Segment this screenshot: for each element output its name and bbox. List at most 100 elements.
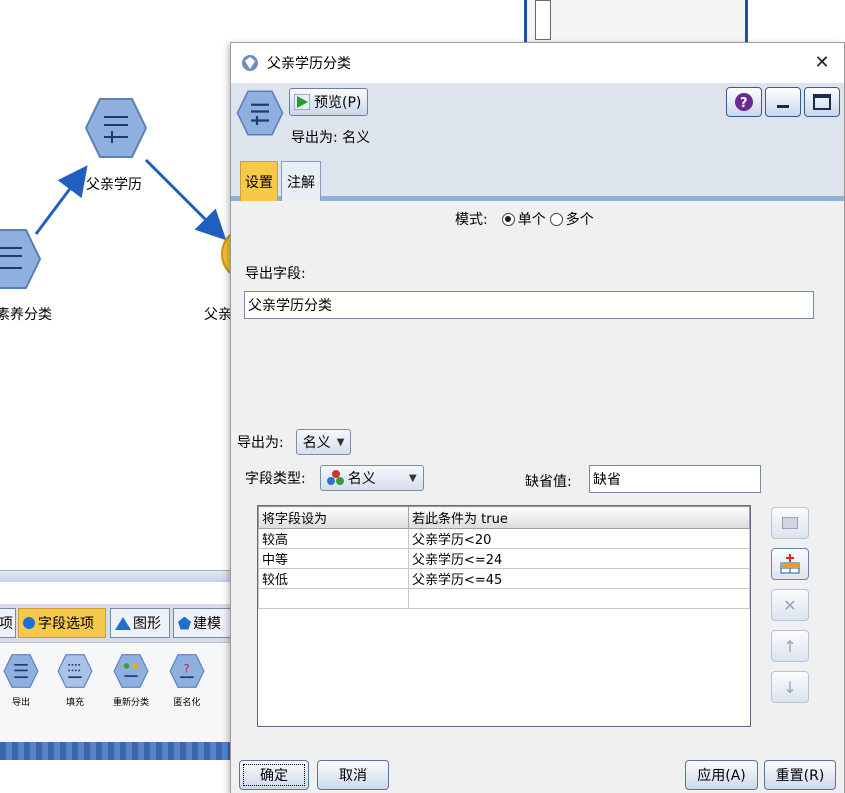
field-type-label: 字段类型: (245, 471, 306, 487)
field-type-select[interactable]: 名义 ▼ (319, 465, 424, 491)
arrow-down-icon: ↓ (783, 677, 797, 697)
derive-as-label: 导出为: (237, 435, 284, 451)
derive-field-label: 导出字段: (245, 266, 306, 282)
derive-icon (0, 229, 42, 289)
nominal-type-icon (326, 470, 344, 485)
node-label: 父亲学历 (86, 177, 142, 193)
maximize-icon (813, 94, 831, 110)
help-icon: ? (735, 93, 753, 111)
palette-item-anonymize[interactable]: ? 匿名化 (164, 653, 210, 708)
link-arrow (34, 165, 88, 235)
filler-icon (57, 654, 93, 688)
maximize-button[interactable] (804, 87, 840, 117)
move-up-button[interactable]: ↑ (771, 630, 809, 662)
table-row[interactable] (258, 588, 750, 609)
tab-annotations[interactable]: 注解 (281, 161, 321, 201)
table-cell[interactable]: 父亲学历<20 (408, 528, 750, 549)
derive-node-father-edu[interactable] (84, 97, 148, 163)
reclassify-icon (113, 654, 149, 688)
derive-icon (236, 90, 284, 136)
mode-label: 模式: (455, 212, 488, 228)
link-arrow (144, 158, 227, 241)
palette-footer-bar (0, 742, 232, 760)
table-cell[interactable]: 较高 (258, 528, 409, 549)
settings-panel: 模式: 单个 多个 导出字段: 导出为: 名义 ▼ 字段类型: 名义 (231, 201, 844, 746)
node-label: 素养分类 (0, 307, 52, 323)
preview-button[interactable]: 预览(P) (289, 88, 369, 116)
palette-tab-field-ops[interactable]: 字段选项 (18, 608, 106, 638)
palette-item-filler[interactable]: 填充 (52, 653, 98, 708)
minimize-button[interactable] (765, 87, 801, 117)
conditions-table[interactable]: 将字段设为 若此条件为 true 较高 父亲学历<20 中等 父亲学历<=24 … (257, 505, 751, 727)
mode-multiple-label[interactable]: 多个 (566, 209, 594, 229)
svg-text:?: ? (740, 96, 748, 111)
play-icon (294, 94, 310, 110)
table-row[interactable]: 较低 父亲学历<=45 (258, 568, 750, 589)
node-label: 父亲 (204, 307, 230, 323)
table-row[interactable]: 较高 父亲学历<20 (258, 528, 750, 549)
derive-dialog: 父亲学历分类 ✕ 预览(P) 导出为: 名义 ? 设置 注解 模式: 单个 多个… (230, 42, 845, 793)
missing-value-label: 缺省值: (525, 474, 572, 490)
table-row[interactable]: 中等 父亲学历<=24 (258, 548, 750, 569)
reset-button[interactable]: 重置(R) (764, 760, 836, 790)
circle-icon (23, 617, 35, 629)
close-icon[interactable]: ✕ (812, 53, 832, 73)
derive-node-literacy[interactable] (0, 228, 42, 294)
move-down-button[interactable]: ↓ (771, 671, 809, 703)
cancel-button[interactable]: 取消 (317, 760, 389, 790)
dialog-footer: 确定 取消 应用(A) 重置(R) (231, 746, 844, 793)
delete-icon: ✕ (783, 595, 797, 615)
missing-value-input[interactable] (589, 465, 761, 493)
table-cell[interactable]: 中等 (258, 548, 409, 569)
palette-tab-sources[interactable]: 项 (0, 608, 16, 638)
pentagon-icon (178, 616, 191, 630)
help-button[interactable]: ? (726, 87, 762, 117)
anonymize-icon: ? (169, 654, 205, 688)
column-header-set-field[interactable]: 将字段设为 (258, 506, 409, 529)
dialog-header: 预览(P) 导出为: 名义 ? (231, 83, 844, 155)
derive-as-row: 导出为: 名义 ▼ (237, 429, 352, 455)
svg-text:?: ? (184, 663, 190, 676)
dialog-titlebar[interactable]: 父亲学历分类 ✕ (231, 43, 844, 83)
palette-item-derive[interactable]: 导出 (0, 653, 44, 708)
derive-field-input[interactable] (244, 291, 814, 319)
table-cell[interactable]: 父亲学历<=45 (408, 568, 750, 589)
export-as-summary: 导出为: 名义 (291, 130, 371, 146)
triangle-icon (115, 616, 131, 630)
palette-tab-modeling[interactable]: 建模 (173, 608, 233, 638)
field-type-row: 字段类型: 名义 ▼ (245, 465, 424, 491)
table-cell[interactable] (258, 588, 409, 609)
column-header-condition[interactable]: 若此条件为 true (408, 506, 750, 529)
palette-item-reclassify[interactable]: 重新分类 (108, 653, 154, 708)
expression-builder-button[interactable] (771, 507, 809, 539)
derive-icon (3, 654, 39, 688)
palette-items: 导出 填充 重新分类 ? 匿名化 (0, 642, 232, 742)
add-row-button[interactable] (771, 548, 809, 580)
header-controls: ? (726, 87, 840, 117)
minimize-icon (777, 104, 789, 108)
mode-single-radio[interactable] (501, 212, 515, 226)
table-header-row: 将字段设为 若此条件为 true (258, 506, 750, 529)
node-palette: 项 字段选项 图形 建模 导出 填充 重新分类 ? 匿名化 (0, 570, 233, 793)
derive-as-select[interactable]: 名义 ▼ (295, 429, 352, 455)
dialog-title: 父亲学历分类 (267, 56, 351, 72)
palette-tabs: 项 字段选项 图形 建模 (0, 604, 233, 642)
table-cell[interactable]: 父亲学历<=24 (408, 548, 750, 569)
chevron-down-icon: ▼ (409, 472, 417, 484)
mode-multiple-radio[interactable] (549, 212, 563, 226)
palette-tab-graphs[interactable]: 图形 (110, 608, 170, 638)
delete-row-button[interactable]: ✕ (771, 589, 809, 621)
tab-settings[interactable]: 设置 (240, 161, 278, 201)
arrow-up-icon: ↑ (783, 636, 797, 656)
ok-button[interactable]: 确定 (239, 760, 309, 790)
table-cell[interactable] (408, 588, 750, 609)
apply-button[interactable]: 应用(A) (685, 760, 758, 790)
chevron-down-icon: ▼ (336, 436, 345, 448)
calculator-icon (782, 517, 798, 529)
mode-single-label[interactable]: 单个 (518, 209, 546, 229)
mode-row: 模式: 单个 多个 (455, 209, 594, 229)
palette-splitter[interactable] (0, 570, 232, 582)
add-table-row-icon (780, 554, 800, 574)
table-cell[interactable]: 较低 (258, 568, 409, 589)
derive-icon (84, 98, 148, 158)
